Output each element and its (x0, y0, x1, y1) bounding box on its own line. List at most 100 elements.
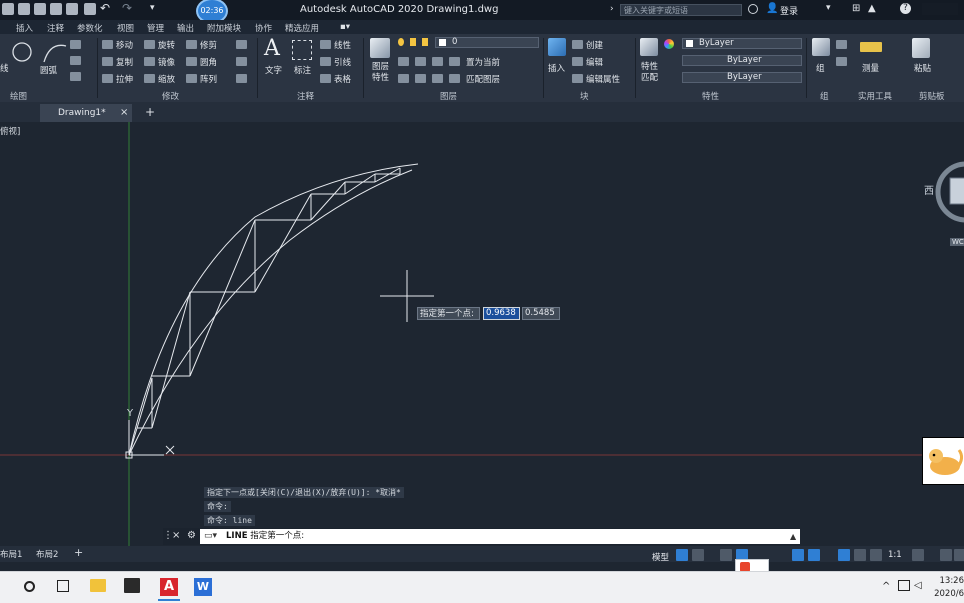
move-icon[interactable] (102, 40, 113, 49)
help-icon[interactable]: ? (900, 3, 911, 14)
text-button[interactable]: 文字 (265, 64, 282, 76)
copy-icon[interactable] (102, 57, 113, 66)
ribbon-toggle-icon[interactable]: ▪▾ (340, 22, 350, 32)
cortana-icon[interactable] (24, 581, 35, 592)
tab-featured[interactable]: 精选应用 (285, 22, 319, 34)
lightbulb-icon[interactable] (398, 38, 404, 46)
edit-attributes-button[interactable]: 编辑属性 (586, 73, 620, 85)
color-wheel-icon[interactable] (664, 39, 674, 49)
group-button[interactable]: 组 (816, 62, 825, 74)
task-view-icon[interactable] (57, 580, 69, 592)
user-icon[interactable]: 👤 (766, 3, 778, 14)
draw-icons[interactable] (10, 40, 70, 66)
array-icon[interactable] (186, 74, 197, 83)
volume-icon[interactable]: ◁ (914, 580, 922, 591)
insert-block-icon[interactable] (548, 38, 566, 56)
edit-attributes-icon[interactable] (572, 74, 583, 83)
tab-layout2[interactable]: 布局2 (36, 548, 58, 560)
scale-icon[interactable] (144, 74, 155, 83)
fillet-button[interactable]: 圆角 (200, 56, 217, 68)
array-button[interactable]: 阵列 (200, 73, 217, 85)
leader-button[interactable]: 引线 (334, 56, 351, 68)
tab-view[interactable]: 视图 (117, 22, 134, 34)
leader-icon[interactable] (320, 57, 331, 66)
wcs-badge[interactable]: WCS (950, 238, 964, 246)
redo-icon[interactable]: ↷ (122, 1, 132, 15)
tab-manage[interactable]: 管理 (147, 22, 164, 34)
dropdown-icon[interactable]: ▾ (826, 3, 831, 13)
rectangle-icon[interactable] (70, 40, 81, 49)
app-menu-icon[interactable] (2, 3, 14, 15)
layer-icon[interactable] (432, 57, 443, 66)
edit-block-icon[interactable] (572, 57, 583, 66)
panel-title-draw[interactable]: 绘图 (10, 90, 27, 102)
close-icon[interactable]: × (172, 530, 180, 541)
layer-icon[interactable] (415, 74, 426, 83)
tab-drawing1[interactable]: Drawing1* (40, 104, 132, 122)
paste-button[interactable]: 粘贴 (914, 62, 931, 74)
compass-west[interactable]: 西 (924, 182, 934, 197)
tab-collaborate[interactable]: 协作 (255, 22, 272, 34)
trim-button[interactable]: 修剪 (200, 39, 217, 51)
offset-icon[interactable] (236, 74, 247, 83)
add-layout-icon[interactable]: + (74, 546, 83, 559)
layer-icon[interactable] (432, 74, 443, 83)
panel-title-utilities[interactable]: 实用工具 (858, 90, 892, 102)
insert-button[interactable]: 插入 (548, 62, 565, 74)
create-block-icon[interactable] (572, 40, 583, 49)
undo-icon[interactable]: ↶ (100, 1, 110, 15)
measure-button[interactable]: 测量 (862, 62, 879, 74)
panel-title-groups[interactable]: 组 (820, 90, 829, 102)
plot-icon[interactable] (66, 3, 78, 15)
snap-icon[interactable] (692, 549, 704, 561)
table-icon[interactable] (320, 74, 331, 83)
layer-icon[interactable] (415, 57, 426, 66)
group-edit-icon[interactable] (836, 40, 847, 49)
search-icon[interactable] (748, 4, 758, 14)
panel-title-properties[interactable]: 特性 (702, 90, 719, 102)
scale-dropdown[interactable]: 1:1 (888, 550, 902, 560)
command-input[interactable]: ▭▾ LINE 指定第一个点: (200, 529, 800, 544)
otrack-icon[interactable] (808, 549, 820, 561)
tab-layout1[interactable]: 布局1 (0, 548, 22, 560)
tab-parametric[interactable]: 参数化 (77, 22, 103, 34)
print-icon[interactable] (84, 3, 96, 15)
tab-output[interactable]: 输出 (177, 22, 194, 34)
taskbar-clock[interactable]: 13:26 2020/6 (934, 575, 964, 601)
dynamic-input-x[interactable]: 0.9638 (483, 307, 520, 320)
table-button[interactable]: 表格 (334, 73, 351, 85)
match-layer-button[interactable]: 匹配图层 (466, 73, 500, 85)
panel-title-annotation[interactable]: 注释 (297, 90, 314, 102)
drawing-canvas[interactable] (0, 122, 964, 548)
auto-scale-icon[interactable] (870, 549, 882, 561)
dynamic-input-y[interactable]: 0.5485 (522, 307, 560, 320)
tab-insert[interactable]: 插入 (16, 22, 33, 34)
linear-icon[interactable] (320, 40, 331, 49)
wps-icon[interactable]: W (194, 578, 212, 596)
set-current-button[interactable]: 置为当前 (466, 56, 500, 68)
customize-icon[interactable]: ⚙ (187, 530, 196, 541)
panel-title-block[interactable]: 块 (580, 90, 589, 102)
menu-icon[interactable] (954, 549, 964, 561)
layer-properties-button[interactable]: 图层特性 (372, 62, 390, 84)
network-icon[interactable] (898, 580, 910, 591)
history-toggle-icon[interactable]: ▲ (790, 532, 796, 541)
new-tab-icon[interactable]: + (145, 105, 155, 119)
chevron-down-icon[interactable]: ▾ (150, 3, 155, 13)
copy-button[interactable]: 复制 (116, 56, 133, 68)
panel-title-clipboard[interactable]: 剪贴板 (919, 90, 945, 102)
workspace-gear-icon[interactable] (912, 549, 924, 561)
rotate-icon[interactable] (144, 40, 155, 49)
stretch-button[interactable]: 拉伸 (116, 73, 133, 85)
trim-icon[interactable] (186, 40, 197, 49)
draw-line-label[interactable]: 线 (0, 62, 9, 74)
edit-block-button[interactable]: 编辑 (586, 56, 603, 68)
ortho-icon[interactable] (720, 549, 732, 561)
move-button[interactable]: 移动 (116, 39, 133, 51)
lineweight-dropdown[interactable]: ByLayer (682, 72, 802, 83)
linear-button[interactable]: 线性 (334, 39, 351, 51)
explode-icon[interactable] (236, 57, 247, 66)
plus-icon[interactable] (940, 549, 952, 561)
window-controls[interactable] (922, 3, 958, 15)
cart-icon[interactable]: ⊞ (852, 3, 860, 14)
